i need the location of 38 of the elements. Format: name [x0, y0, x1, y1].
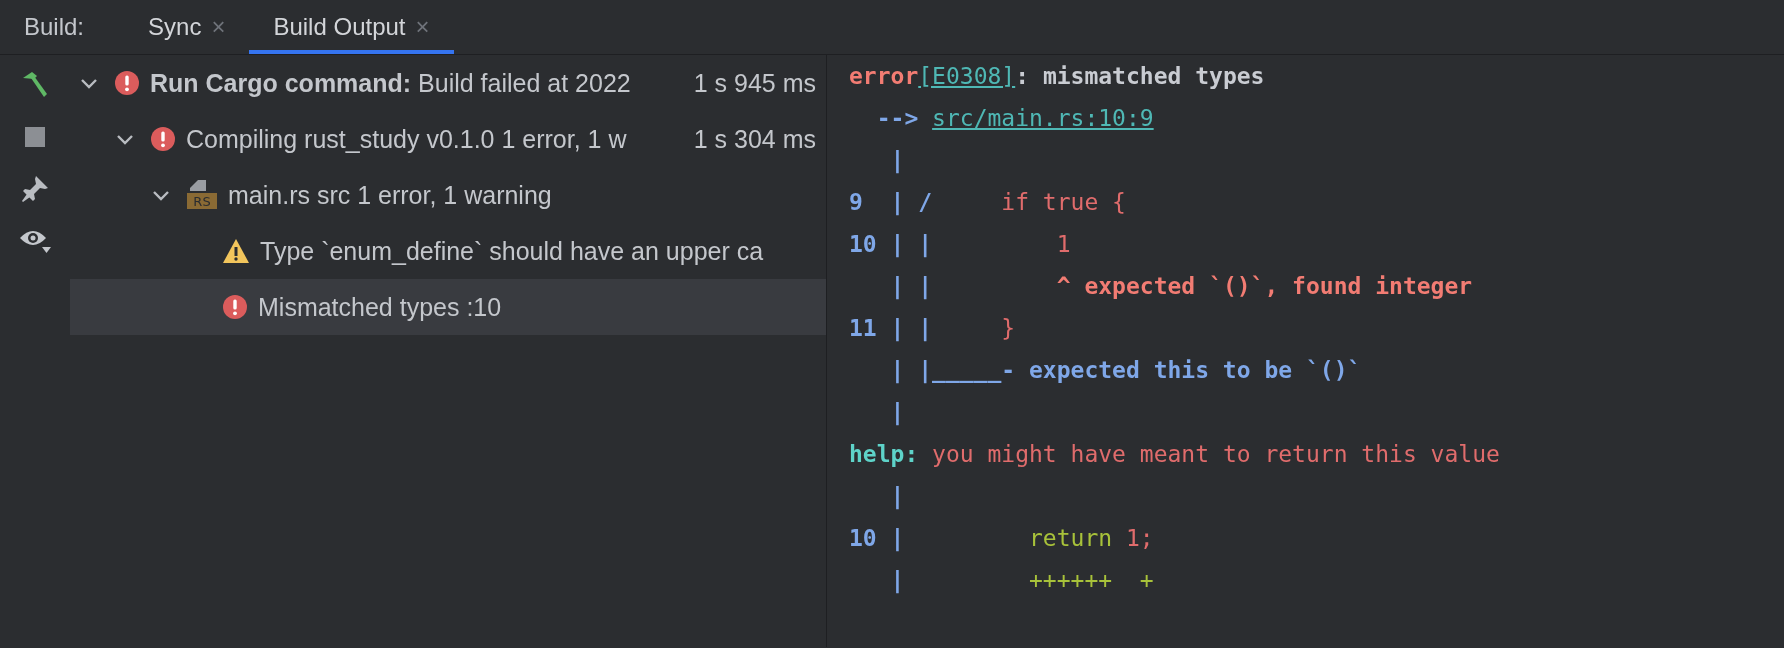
tree-label: Compiling rust_study v0.1.0 1 error, 1 w: [186, 124, 627, 154]
tree-label: Type `enum_define` should have an upper ca: [260, 236, 764, 266]
link[interactable]: [E0308]: [918, 63, 1016, 89]
tree-label: Mismatched types :10: [258, 292, 502, 322]
tree-row[interactable]: Run Cargo command: Build failed at 2022 1 s 945 ms: [70, 55, 826, 111]
tab-label: Sync: [148, 13, 202, 41]
error-icon: [222, 294, 248, 320]
console-line: |: [889, 482, 905, 512]
console-line: error[E0308]: mismatched types: [849, 62, 1265, 91]
tree-label: Run Cargo command: Build failed at 2022: [150, 68, 631, 98]
warning-icon: [222, 238, 250, 264]
console-line: | ++++++ +: [889, 566, 1154, 596]
console-line: |: [889, 398, 905, 428]
link[interactable]: src/main.rs:10:9: [932, 105, 1154, 131]
tab-label: Build Output: [273, 13, 406, 41]
console-line: help: you might have meant to return this value: [849, 440, 1500, 469]
console-line: 11 | | }: [849, 314, 1016, 344]
console-line: 9 | / if true {: [849, 188, 1126, 218]
duration: 1 s 304 ms: [692, 124, 816, 154]
tree-row[interactable]: RS main.rs src 1 error, 1 warning: [70, 167, 826, 223]
tree-label: main.rs src 1 error, 1 warning: [228, 180, 552, 210]
stop-icon[interactable]: [24, 126, 46, 148]
tree-row[interactable]: Compiling rust_study v0.1.0 1 error, 1 w 1 s 304 ms: [70, 111, 826, 167]
tab[interactable]: Sync ×: [124, 0, 250, 54]
console-line: | | ^ expected `()`, found integer: [889, 272, 1473, 302]
console-line: 10 | | 1: [849, 230, 1071, 260]
error-icon: [114, 70, 140, 96]
tree-row[interactable]: Type `enum_define` should have an upper ca: [70, 223, 826, 279]
console-line: | |_____- expected this to be `()`: [889, 356, 1362, 386]
error-icon: [150, 126, 176, 152]
console-line: 10 | return 1;: [849, 524, 1154, 554]
pin-icon[interactable]: [20, 174, 50, 204]
tab[interactable]: Build Output ×: [249, 0, 454, 54]
console-line: |: [889, 146, 905, 176]
tool-window-title: Build:: [24, 13, 85, 41]
console-line: --> src/main.rs:10:9: [875, 104, 1154, 133]
duration: 1 s 945 ms: [692, 68, 816, 98]
tree-row[interactable]: Mismatched types :10: [70, 279, 826, 335]
